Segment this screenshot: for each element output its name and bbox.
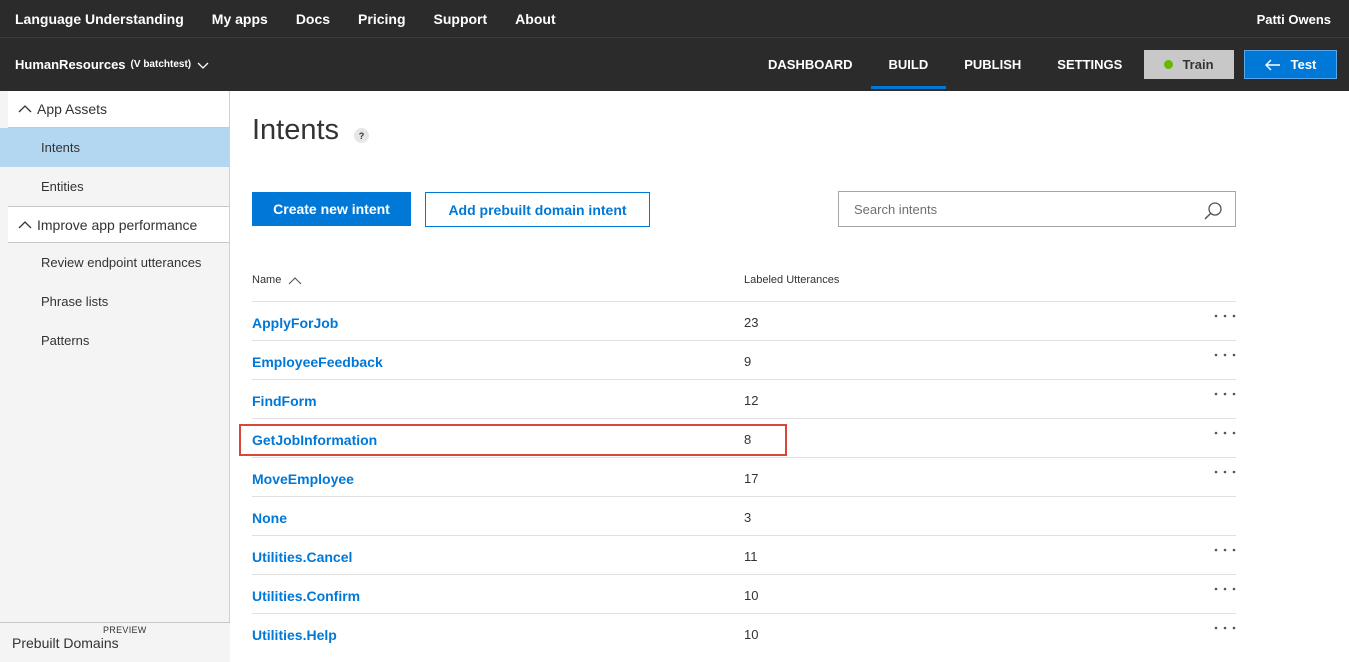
page-title: Intents <box>252 114 340 146</box>
utterance-count: 11 <box>744 549 758 564</box>
create-new-intent-button[interactable]: Create new intent <box>252 192 411 226</box>
intent-link[interactable]: None <box>252 510 287 526</box>
brand-link[interactable]: Language Understanding <box>15 11 184 27</box>
train-button[interactable]: Train <box>1144 50 1234 79</box>
chevron-down-icon <box>197 62 209 69</box>
user-name[interactable]: Patti Owens <box>1257 12 1331 27</box>
utterance-count: 3 <box>744 510 752 525</box>
app-tabs: DASHBOARD BUILD PUBLISH SETTINGS <box>750 38 1140 91</box>
sidebar-section-improve[interactable]: Improve app performance <box>8 206 229 243</box>
arrow-left-icon <box>1264 59 1280 70</box>
utterance-count: 10 <box>744 588 759 603</box>
tab-settings[interactable]: SETTINGS <box>1039 38 1140 91</box>
table-row: ApplyForJob 23 <box>252 301 1236 340</box>
app-selector[interactable]: HumanResources (V batchtest) <box>15 57 209 72</box>
sidebar-item-phrase-lists[interactable]: Phrase lists <box>0 282 229 321</box>
sort-ascending-icon <box>288 276 302 284</box>
intent-link[interactable]: FindForm <box>252 393 317 409</box>
app-version: (V batchtest) <box>130 59 192 70</box>
sidebar-item-intents[interactable]: Intents <box>0 128 229 167</box>
chevron-up-icon <box>18 105 32 113</box>
more-options-icon[interactable] <box>1214 427 1236 439</box>
prebuilt-domains-panel[interactable]: PREVIEW Prebuilt Domains <box>0 622 230 662</box>
more-options-icon[interactable] <box>1214 622 1236 634</box>
table-row: EmployeeFeedback 9 <box>252 340 1236 379</box>
help-icon[interactable]: ? <box>354 128 369 143</box>
table-row: None 3 <box>252 496 1236 535</box>
more-options-icon[interactable] <box>1214 583 1236 595</box>
utterance-count: 10 <box>744 627 759 642</box>
sidebar-item-entities[interactable]: Entities <box>0 167 229 206</box>
intent-link[interactable]: MoveEmployee <box>252 471 354 487</box>
intents-table: ApplyForJob 23 EmployeeFeedback 9 FindFo… <box>252 301 1236 652</box>
table-row: FindForm 12 <box>252 379 1236 418</box>
sidebar-section-label: App Assets <box>37 101 108 117</box>
sidebar-item-review-endpoint-utterances[interactable]: Review endpoint utterances <box>0 243 229 282</box>
highlight-annotation <box>239 424 787 456</box>
intent-link[interactable]: Utilities.Confirm <box>252 588 360 604</box>
sidebar-section-label: Improve app performance <box>37 216 198 233</box>
column-header-label: Name <box>252 274 282 286</box>
search-icon[interactable] <box>1203 201 1223 221</box>
sidebar-section-app-assets[interactable]: App Assets <box>8 91 229 128</box>
intent-link[interactable]: EmployeeFeedback <box>252 354 383 370</box>
more-options-icon[interactable] <box>1214 544 1236 556</box>
prebuilt-domains-title: Prebuilt Domains <box>12 635 119 651</box>
table-row: Utilities.Help 10 <box>252 613 1236 652</box>
column-header-label: Labeled Utterances <box>744 274 840 286</box>
nav-link-pricing[interactable]: Pricing <box>358 11 405 27</box>
table-row: MoveEmployee 17 <box>252 457 1236 496</box>
search-input[interactable] <box>839 192 1189 226</box>
intent-link[interactable]: Utilities.Cancel <box>252 549 352 565</box>
utterance-count: 9 <box>744 354 752 369</box>
column-header-name[interactable]: Name <box>252 274 302 286</box>
more-options-icon[interactable] <box>1214 466 1236 478</box>
table-row: Utilities.Confirm 10 <box>252 574 1236 613</box>
status-dot-icon <box>1164 60 1174 69</box>
chevron-up-icon <box>18 220 32 228</box>
column-header-labeled-utterances[interactable]: Labeled Utterances <box>744 274 839 286</box>
test-button[interactable]: Test <box>1244 50 1337 79</box>
intent-link[interactable]: ApplyForJob <box>252 315 338 331</box>
utterance-count: 23 <box>744 315 759 330</box>
sidebar-item-patterns[interactable]: Patterns <box>0 321 229 360</box>
utterance-count: 12 <box>744 393 759 408</box>
nav-link-my-apps[interactable]: My apps <box>212 11 268 27</box>
search-box <box>838 191 1236 227</box>
train-label: Train <box>1182 57 1214 72</box>
top-nav: Language Understanding My apps Docs Pric… <box>0 0 1349 38</box>
table-row: Utilities.Cancel 11 <box>252 535 1236 574</box>
test-label: Test <box>1290 57 1317 72</box>
nav-link-docs[interactable]: Docs <box>296 11 330 27</box>
nav-link-support[interactable]: Support <box>434 11 488 27</box>
tab-dashboard[interactable]: DASHBOARD <box>750 38 871 91</box>
tab-publish[interactable]: PUBLISH <box>946 38 1039 91</box>
more-options-icon[interactable] <box>1214 388 1236 400</box>
utterance-count: 17 <box>744 471 759 486</box>
intent-link[interactable]: Utilities.Help <box>252 627 337 643</box>
app-name: HumanResources <box>15 57 126 72</box>
app-bar: HumanResources (V batchtest) DASHBOARD B… <box>0 38 1349 91</box>
add-prebuilt-domain-intent-button[interactable]: Add prebuilt domain intent <box>425 192 650 227</box>
sidebar: App Assets Intents Entities Improve app … <box>0 91 230 662</box>
nav-link-about[interactable]: About <box>515 11 555 27</box>
more-options-icon[interactable] <box>1214 349 1236 361</box>
tab-build[interactable]: BUILD <box>870 38 947 91</box>
more-options-icon[interactable] <box>1214 310 1236 322</box>
preview-badge: PREVIEW <box>103 625 147 635</box>
